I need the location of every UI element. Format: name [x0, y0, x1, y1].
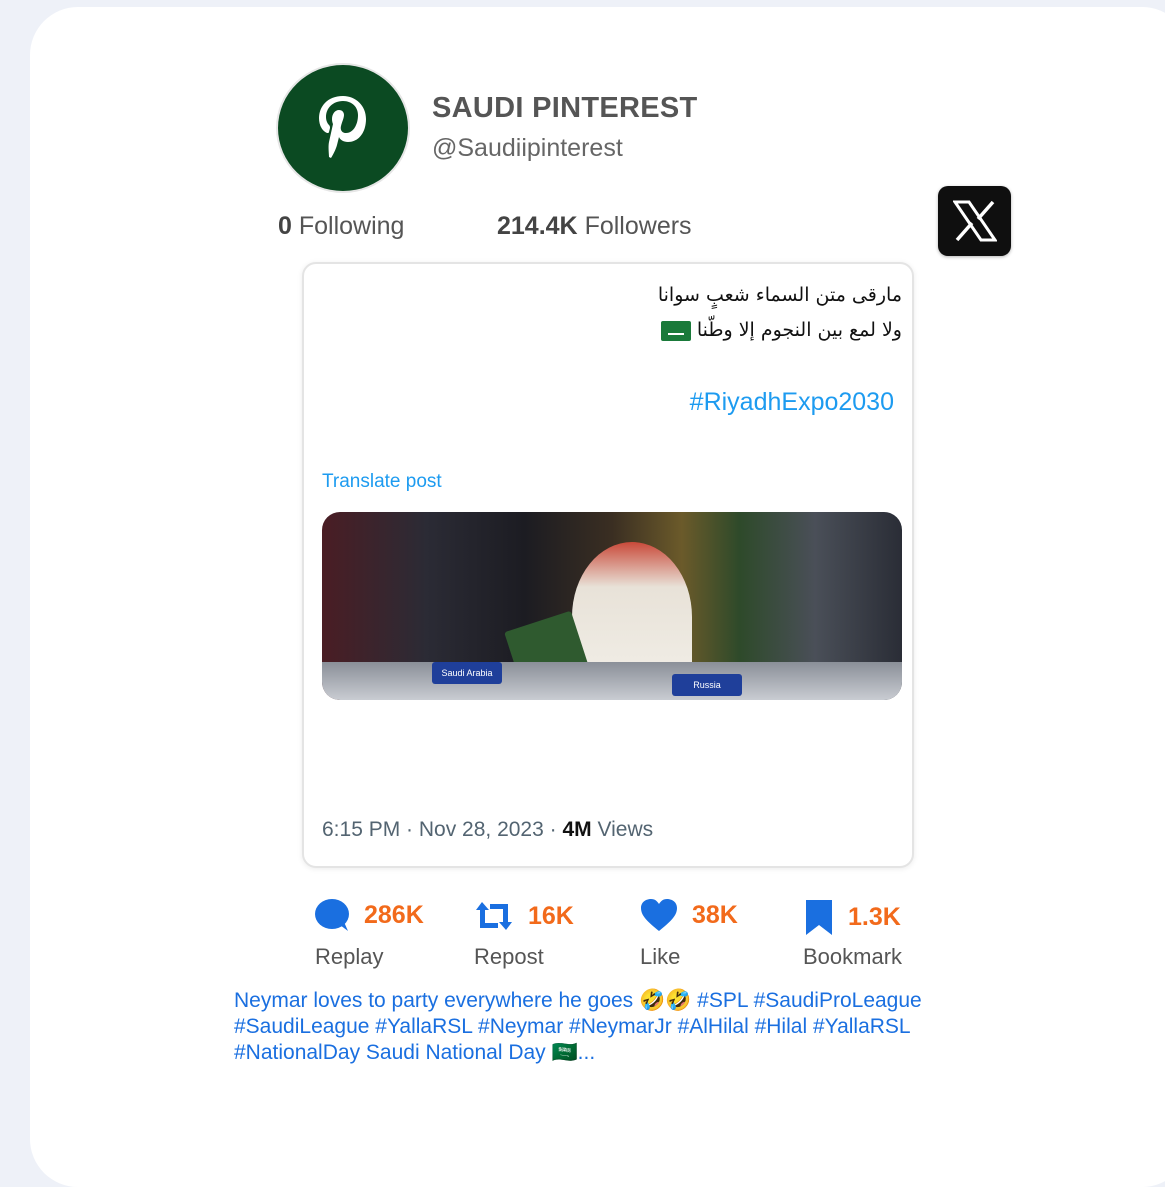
- post-hashtag[interactable]: #RiyadhExpo2030: [690, 388, 894, 417]
- post-caption[interactable]: Neymar loves to party everywhere he goes…: [234, 988, 984, 1066]
- x-logo-button[interactable]: [938, 186, 1011, 256]
- bookmark-icon: [806, 900, 832, 935]
- followers-count: 214.4K: [497, 212, 578, 240]
- bookmark-label: Bookmark: [803, 944, 903, 969]
- heart-icon: [641, 899, 677, 931]
- following-stat[interactable]: 0 Following: [278, 212, 404, 241]
- repost-icon: [476, 902, 512, 930]
- post-text-arabic-line2-wrap: ولا لمع بين النجوم إلا وطّنا: [655, 319, 902, 341]
- repost-label: Repost: [474, 944, 544, 969]
- followers-stat[interactable]: 214.4K Followers: [497, 212, 692, 241]
- saudi-flag-icon: [660, 320, 691, 341]
- profile-handle[interactable]: @Saudiipinterest: [432, 134, 623, 163]
- repost-action[interactable]: 16K: [474, 898, 574, 934]
- post-text-arabic-line1: مارقى متن السماء شعبٍ سوانا: [657, 284, 902, 306]
- translate-post-link[interactable]: Translate post: [322, 471, 442, 493]
- reply-label: Replay: [315, 944, 384, 969]
- avatar[interactable]: [276, 63, 410, 193]
- following-label: Following: [298, 212, 405, 240]
- following-count: 0: [278, 212, 292, 240]
- x-logo-icon: [952, 200, 997, 242]
- like-label: Like: [640, 944, 681, 969]
- post-views-label: Views: [591, 818, 654, 841]
- post-text-arabic-line2: ولا لمع بين النجوم إلا وطّنا: [696, 319, 902, 341]
- post-photo[interactable]: Saudi Arabia Russia: [322, 512, 902, 700]
- bookmark-count: 1.3K: [848, 902, 901, 931]
- reply-count: 286K: [364, 900, 424, 929]
- repost-count: 16K: [528, 901, 574, 930]
- embedded-post[interactable]: مارقى متن السماء شعبٍ سوانا ولا لمع بين …: [302, 262, 914, 868]
- pinterest-logo-icon: [319, 96, 366, 158]
- reply-bubble-icon: [315, 899, 349, 931]
- photo-nameplate-left: Saudi Arabia: [432, 662, 502, 684]
- like-count: 38K: [692, 900, 738, 929]
- photo-nameplate-right: Russia: [672, 674, 742, 696]
- profile-name: SAUDI PINTEREST: [432, 92, 698, 124]
- photo-desk: [322, 662, 902, 700]
- bookmark-action[interactable]: 1.3K: [804, 898, 901, 936]
- reply-action[interactable]: 286K: [314, 898, 424, 932]
- post-meta: 6:15 PM · Nov 28, 2023 · 4M Views: [322, 818, 653, 842]
- post-views-count: 4M: [562, 818, 592, 841]
- post-timestamp: 6:15 PM · Nov 28, 2023 ·: [322, 818, 563, 841]
- followers-label: Followers: [584, 212, 692, 240]
- like-action[interactable]: 38K: [640, 898, 738, 932]
